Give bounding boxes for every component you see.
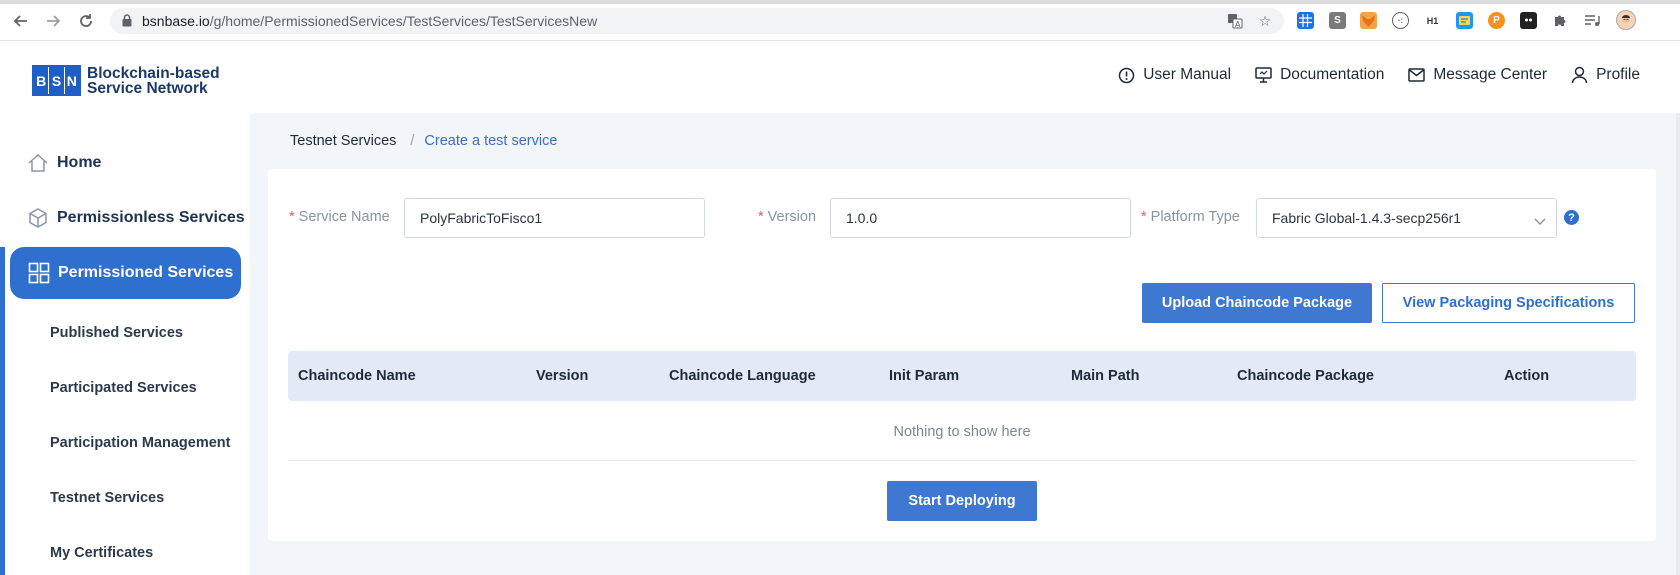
- header-nav: User Manual Documentation Message Center…: [1094, 66, 1640, 84]
- user-manual-link[interactable]: User Manual: [1118, 66, 1231, 84]
- column-header: Action: [1504, 368, 1550, 384]
- version-input[interactable]: 1.0.0: [830, 198, 1131, 238]
- message-center-label: Message Center: [1433, 66, 1548, 83]
- help-icon[interactable]: ?: [1564, 210, 1579, 225]
- bsn-logo[interactable]: B S N Blockchain-based Service Network: [32, 65, 220, 96]
- service-name-label-text: Service Name: [298, 209, 390, 225]
- table-empty-state: Nothing to show here: [893, 424, 1031, 440]
- chaincode-table-header: Chaincode Name Version Chaincode Languag…: [288, 351, 1636, 401]
- list-ext-icon[interactable]: [1584, 12, 1601, 29]
- sidebar-item-participation-management[interactable]: Participation Management: [50, 435, 230, 451]
- version-value: 1.0.0: [846, 210, 878, 226]
- documentation-label: Documentation: [1280, 66, 1385, 83]
- platform-type-label-text: Platform Type: [1150, 209, 1240, 225]
- upload-chaincode-button[interactable]: Upload Chaincode Package: [1142, 283, 1372, 323]
- logo-mark: B S N: [32, 65, 81, 96]
- service-name-input[interactable]: PolyFabricToFisco1: [404, 198, 705, 238]
- cube-icon: [29, 208, 47, 228]
- h1-ext-icon[interactable]: H1: [1424, 12, 1441, 29]
- logo-letter-b: B: [34, 67, 50, 94]
- arrow-left-icon[interactable]: [10, 10, 32, 32]
- sidebar-item-published[interactable]: Published Services: [50, 325, 183, 341]
- lock-icon: [122, 14, 132, 32]
- breadcrumb-separator: /: [410, 133, 415, 149]
- column-header: Chaincode Name: [298, 368, 416, 384]
- service-name-label: * Service Name: [289, 209, 390, 225]
- logo-line2: Service Network: [87, 79, 208, 97]
- sidebar-label-permissioned: Permissioned Services: [58, 264, 234, 281]
- bookmark-ext-icon[interactable]: [1456, 12, 1473, 29]
- profile-label: Profile: [1596, 66, 1640, 83]
- version-label-text: Version: [767, 209, 817, 225]
- platform-type-select[interactable]: Fabric Global-1.4.3-secp256r1: [1256, 198, 1557, 238]
- translate-icon[interactable]: A: [1226, 12, 1244, 30]
- profile-link[interactable]: Profile: [1571, 66, 1640, 84]
- puzzle-ext-icon[interactable]: [1552, 12, 1569, 29]
- page-scrollbar[interactable]: [1676, 113, 1680, 575]
- required-mark: *: [289, 209, 295, 225]
- breadcrumb-current: Create a test service: [424, 133, 558, 149]
- sidebar-item-permissionless[interactable]: Permissionless Services: [27, 207, 245, 229]
- grid-icon: [28, 262, 50, 284]
- message-center-link[interactable]: Message Center: [1408, 66, 1547, 84]
- avatar-ext-icon[interactable]: [1616, 10, 1636, 30]
- column-header: Init Param: [889, 368, 960, 384]
- column-header: Version: [536, 368, 589, 384]
- platform-type-value: Fabric Global-1.4.3-secp256r1: [1272, 210, 1462, 226]
- main-content: Testnet Services / Create a test service…: [250, 113, 1680, 575]
- view-specs-button[interactable]: View Packaging Specifications: [1382, 283, 1635, 323]
- table-divider: [288, 460, 1636, 461]
- monitor-icon: [1255, 67, 1272, 83]
- documentation-link[interactable]: Documentation: [1255, 66, 1384, 84]
- svg-text:A: A: [1235, 20, 1241, 29]
- app-header: B S N Blockchain-based Service Network U…: [0, 41, 1680, 113]
- sidebar-label-home: Home: [57, 154, 102, 171]
- chevron-down-icon: [1534, 213, 1546, 229]
- s-ext-icon[interactable]: S: [1329, 12, 1346, 29]
- required-mark: *: [1141, 209, 1147, 225]
- breadcrumb-root[interactable]: Testnet Services: [290, 133, 396, 149]
- sidebar-item-permissioned[interactable]: Permissioned Services: [10, 247, 241, 299]
- url-text: bsnbase.io/g/home/PermissionedServices/T…: [142, 13, 597, 29]
- sidebar-item-certificates[interactable]: My Certificates: [50, 545, 153, 561]
- arrow-right-icon[interactable]: [42, 10, 64, 32]
- required-mark: *: [758, 209, 764, 225]
- fox-ext-icon[interactable]: [1360, 12, 1377, 29]
- column-header: Main Path: [1071, 368, 1140, 384]
- browser-toolbar: bsnbase.io/g/home/PermissionedServices/T…: [0, 0, 1680, 41]
- user-manual-label: User Manual: [1143, 66, 1232, 83]
- sidebar-active-indicator: [0, 247, 5, 575]
- address-bar[interactable]: bsnbase.io/g/home/PermissionedServices/T…: [110, 8, 1284, 34]
- star-icon[interactable]: ☆: [1256, 12, 1274, 30]
- logo-letter-n: N: [64, 67, 79, 94]
- sidebar-label-permissionless: Permissionless Services: [57, 209, 245, 226]
- grid-ext-icon[interactable]: [1297, 12, 1314, 29]
- home-icon: [28, 153, 48, 172]
- tab-strip-edge: [0, 0, 1680, 4]
- sidebar-item-participated[interactable]: Participated Services: [50, 380, 197, 396]
- logo-line1: Blockchain-based: [87, 64, 220, 82]
- sidebar: Home Permissionless Services Permissione…: [0, 113, 250, 575]
- create-service-card: * Service Name PolyFabricToFisco1 * Versio…: [268, 169, 1656, 541]
- start-deploying-button[interactable]: Start Deploying: [887, 481, 1037, 521]
- reload-icon[interactable]: [75, 10, 97, 32]
- url-path: /g/home/PermissionedServices/TestService…: [209, 13, 598, 29]
- service-name-value: PolyFabricToFisco1: [420, 210, 543, 226]
- breadcrumb: Testnet Services / Create a test service: [290, 133, 557, 149]
- url-domain: bsnbase.io: [142, 13, 210, 29]
- logo-text: Blockchain-based Service Network: [87, 64, 220, 97]
- p-ext-icon[interactable]: P: [1488, 12, 1505, 29]
- platform-type-label: * Platform Type: [1141, 209, 1240, 225]
- circle-ext-icon[interactable]: ·:: [1392, 12, 1409, 29]
- user-icon: [1571, 66, 1588, 84]
- info-circle-icon: [1118, 67, 1135, 83]
- mail-icon: [1408, 68, 1426, 82]
- version-label: * Version: [758, 209, 816, 225]
- sidebar-item-home[interactable]: Home: [27, 153, 101, 173]
- logo-letter-s: S: [49, 67, 65, 94]
- column-header: Chaincode Language: [669, 368, 816, 384]
- column-header: Chaincode Package: [1237, 368, 1374, 384]
- ghost-ext-icon[interactable]: [1520, 12, 1537, 29]
- sidebar-item-testnet[interactable]: Testnet Services: [50, 490, 164, 506]
